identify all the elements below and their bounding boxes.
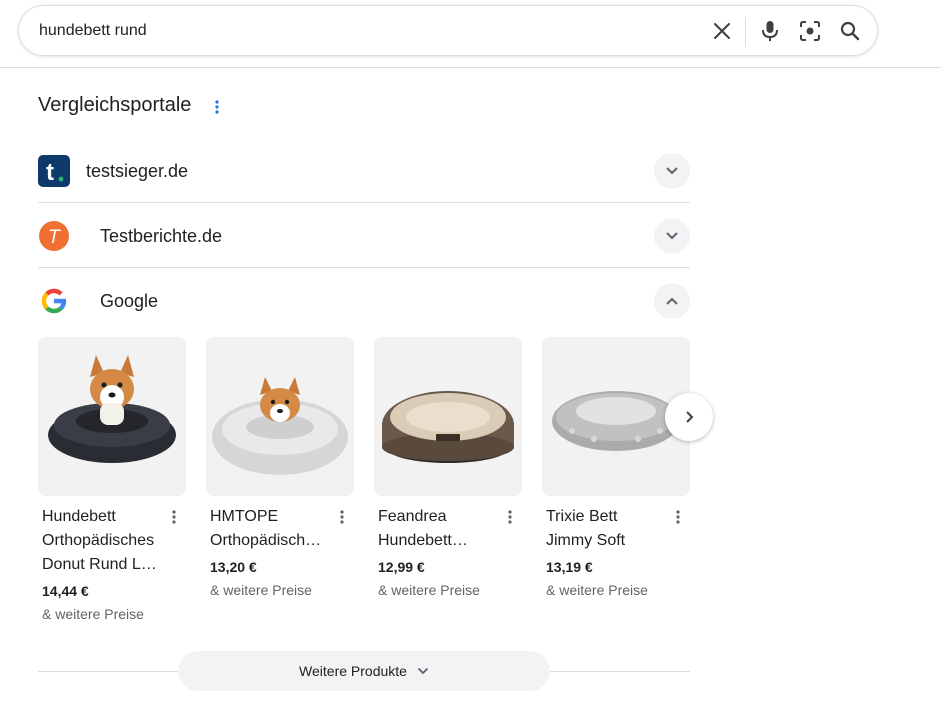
product-menu-icon[interactable]: [168, 507, 180, 527]
product-card[interactable]: Hundebett Orthopädisches Donut Rund L… 1…: [38, 337, 186, 622]
product-menu-icon[interactable]: [336, 507, 348, 527]
search-bar: [18, 5, 878, 56]
row-divider: [38, 202, 690, 203]
search-icon[interactable]: [837, 18, 863, 44]
product-image[interactable]: [206, 337, 354, 496]
chevron-up-icon[interactable]: [654, 283, 690, 319]
testsieger-logo: t: [38, 155, 70, 187]
provider-name: Google: [100, 291, 159, 311]
more-prices[interactable]: & weitere Preise: [546, 582, 648, 598]
more-options-icon[interactable]: [209, 97, 225, 117]
google-logo: [38, 285, 70, 317]
more-products-button[interactable]: Weitere Produkte: [178, 651, 550, 691]
product-title[interactable]: Feandrea Hundebett…: [378, 505, 496, 553]
product-menu-icon[interactable]: [504, 507, 516, 527]
product-image[interactable]: [38, 337, 186, 496]
product-image[interactable]: [374, 337, 522, 496]
product-menu-icon[interactable]: [672, 507, 684, 527]
product-price: 13,19 €: [546, 559, 593, 575]
carousel-next-button[interactable]: [665, 393, 713, 441]
more-prices[interactable]: & weitere Preise: [210, 582, 312, 598]
more-products-label: Weitere Produkte: [299, 663, 407, 679]
search-separator: [745, 17, 746, 47]
provider-name: testsieger.de: [86, 161, 189, 181]
product-title[interactable]: Trixie Bett Jimmy Soft: [546, 505, 664, 553]
product-card[interactable]: HMTOPE Orthopädisch… 13,20 € & weitere P…: [206, 337, 354, 598]
product-title[interactable]: HMTOPE Orthopädisch…: [210, 505, 328, 553]
chevron-right-icon: [686, 411, 694, 423]
lens-icon[interactable]: [797, 18, 823, 44]
chevron-down-icon: [417, 667, 429, 675]
more-prices[interactable]: & weitere Preise: [42, 606, 144, 622]
svg-text:T: T: [48, 227, 61, 248]
product-price: 14,44 €: [42, 583, 89, 599]
search-input[interactable]: [39, 19, 679, 43]
provider-name: Testberichte.de: [100, 226, 223, 246]
close-icon[interactable]: [709, 18, 735, 44]
testberichte-logo: T: [38, 220, 70, 252]
section-title: Vergleichsportale: [38, 94, 192, 116]
chevron-down-icon[interactable]: [654, 153, 690, 189]
more-prices[interactable]: & weitere Preise: [378, 582, 480, 598]
chevron-down-icon[interactable]: [654, 218, 690, 254]
product-title[interactable]: Hundebett Orthopädisches Donut Rund L…: [42, 505, 160, 577]
provider-row-google[interactable]: Google: [38, 269, 690, 333]
product-price: 13,20 €: [210, 559, 257, 575]
product-card[interactable]: Feandrea Hundebett… 12,99 € & weitere Pr…: [374, 337, 522, 598]
provider-row-testberichte[interactable]: T Testberichte.de: [38, 204, 690, 268]
svg-text:t: t: [46, 159, 54, 186]
microphone-icon[interactable]: [757, 18, 783, 44]
provider-row-testsieger[interactable]: t testsieger.de: [38, 139, 690, 203]
row-divider: [38, 267, 690, 268]
header-divider: [0, 67, 941, 68]
product-price: 12,99 €: [378, 559, 425, 575]
